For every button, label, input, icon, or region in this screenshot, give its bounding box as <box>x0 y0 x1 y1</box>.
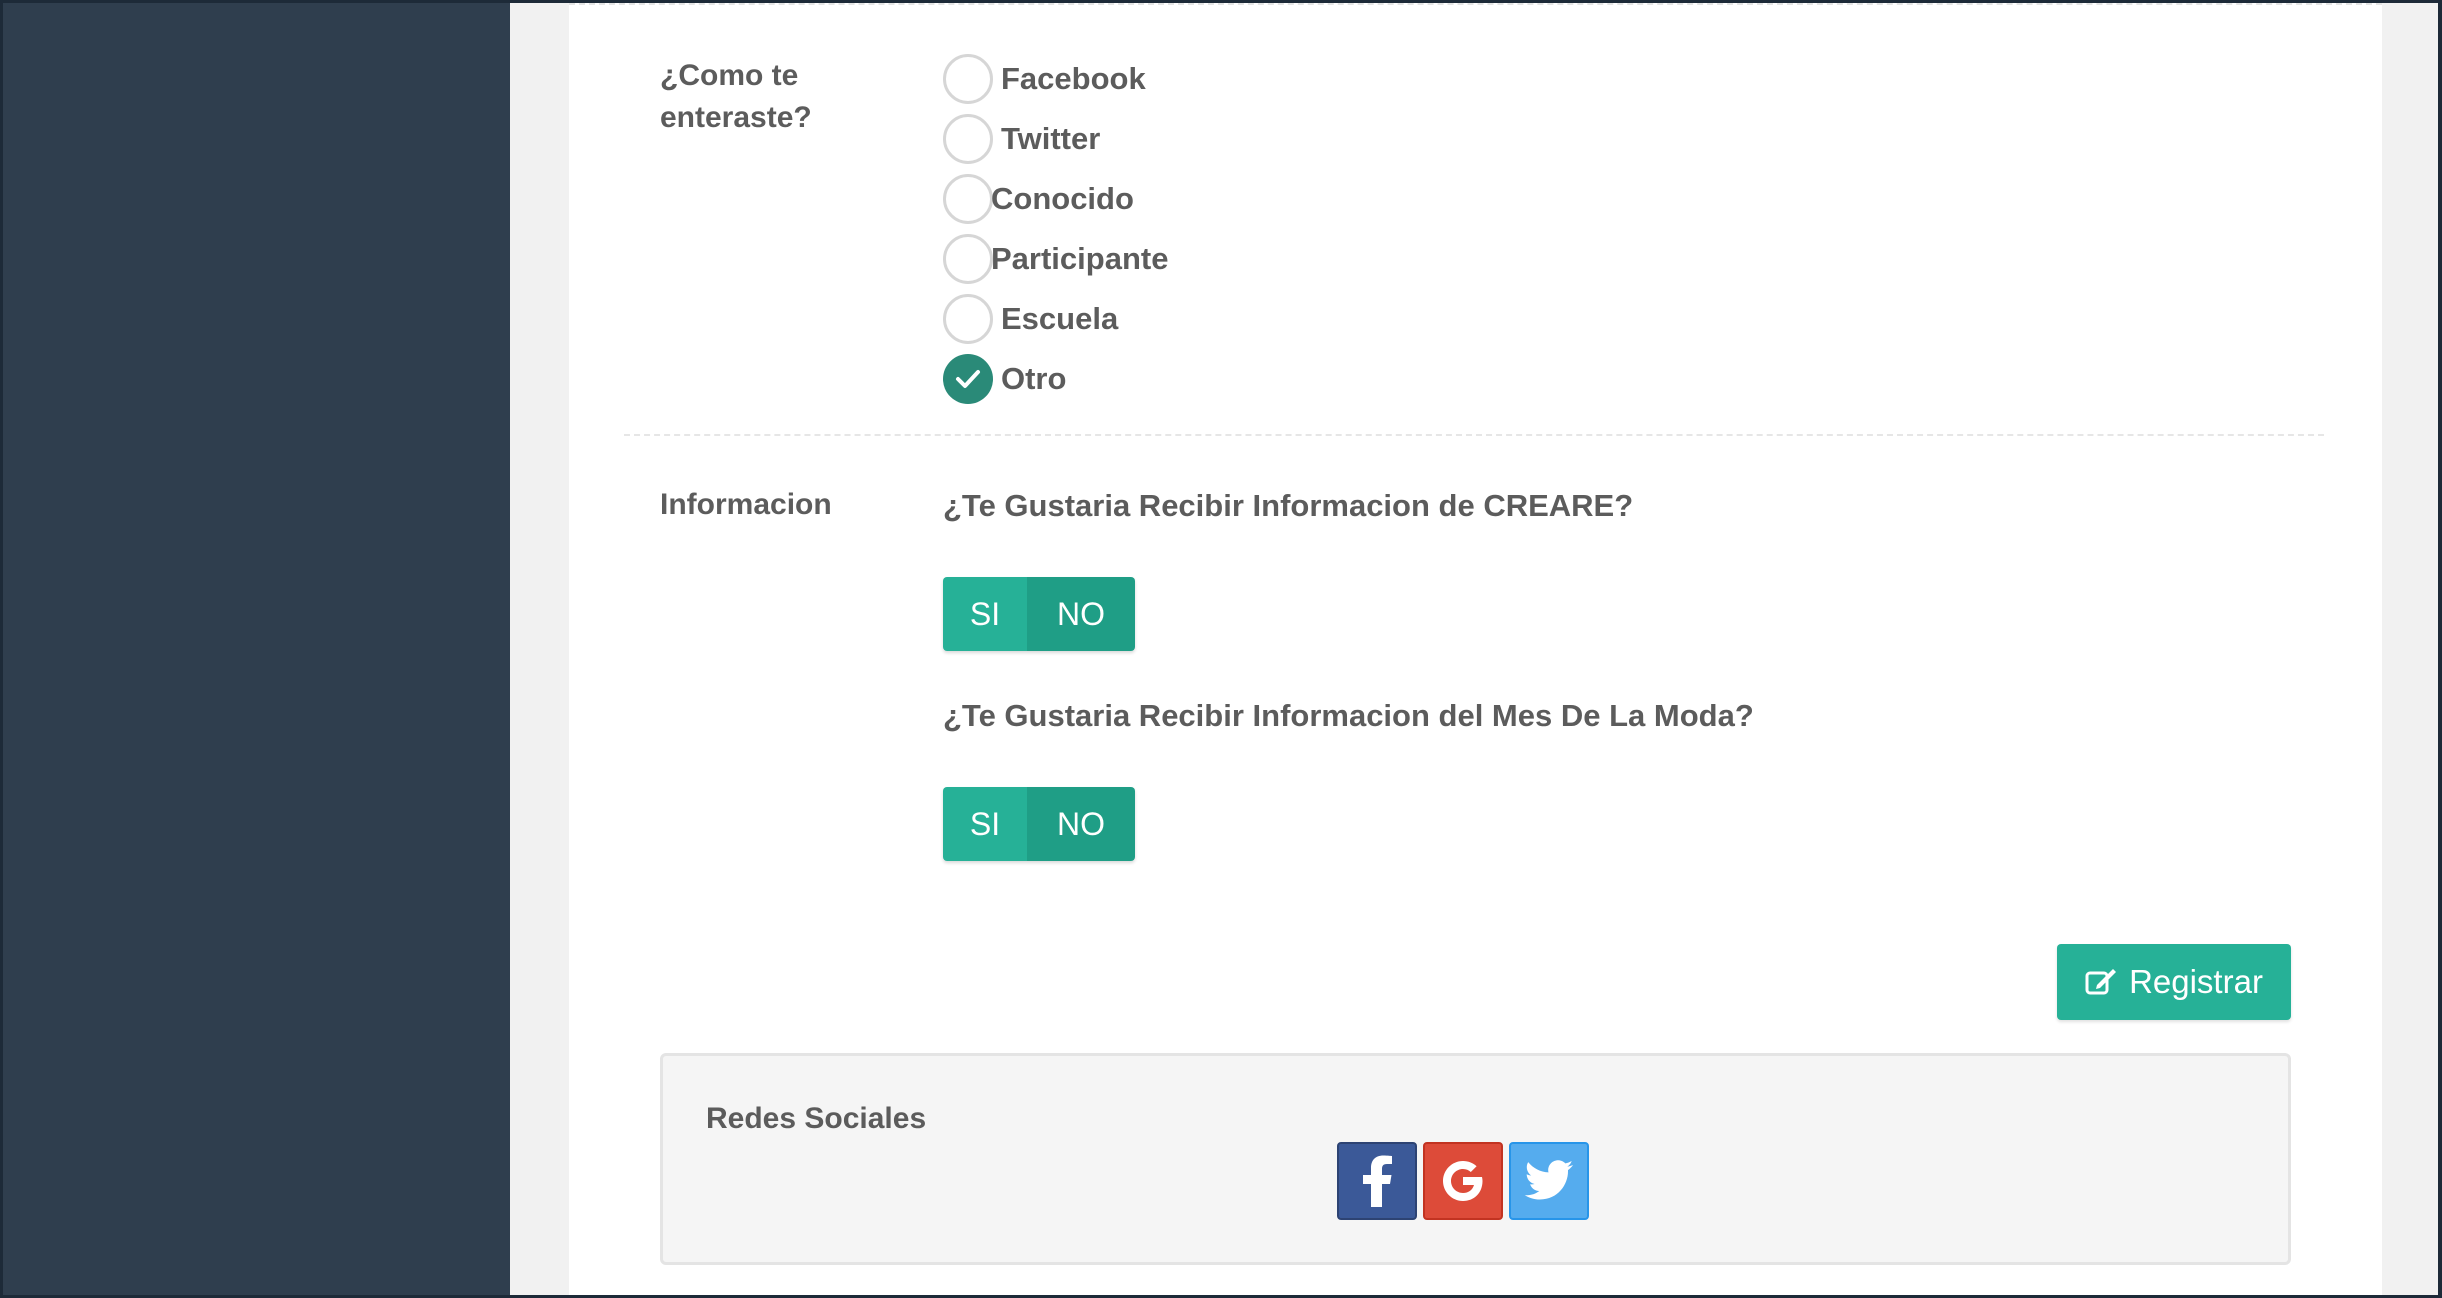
mes-moda-toggle[interactable]: SI NO <box>943 787 1135 861</box>
facebook-icon <box>1363 1155 1392 1207</box>
sidebar <box>3 3 510 1295</box>
toggle-no-option[interactable]: NO <box>1027 787 1135 861</box>
radio-option-escuela[interactable]: Escuela <box>943 294 1118 344</box>
registration-form: ¿Como te enteraste? Facebook Twitter Con… <box>569 3 2382 1295</box>
radio-label: Otro <box>1001 361 1067 396</box>
radio-button[interactable] <box>943 114 993 164</box>
toggle-si-option[interactable]: SI <box>943 577 1027 651</box>
google-login-button[interactable] <box>1423 1142 1503 1220</box>
radio-button[interactable] <box>943 234 993 284</box>
register-button[interactable]: Registrar <box>2057 944 2291 1020</box>
radio-label: Twitter <box>1001 121 1101 156</box>
question-mes-moda: ¿Te Gustaria Recibir Informacion del Mes… <box>943 698 1754 733</box>
radio-option-conocido[interactable]: Conocido <box>943 174 1134 224</box>
radio-button-checked[interactable] <box>943 354 993 404</box>
radio-label: Facebook <box>1001 61 1146 96</box>
informacion-label: Informacion <box>660 488 832 521</box>
google-icon <box>1443 1161 1483 1201</box>
radio-label: Escuela <box>1001 301 1119 336</box>
radio-option-otro[interactable]: Otro <box>943 354 1066 404</box>
radio-button[interactable] <box>943 174 993 224</box>
facebook-login-button[interactable] <box>1337 1142 1417 1220</box>
creare-toggle[interactable]: SI NO <box>943 577 1135 651</box>
twitter-login-button[interactable] <box>1509 1142 1589 1220</box>
radio-button[interactable] <box>943 54 993 104</box>
edit-icon <box>2085 969 2117 995</box>
toggle-si-option[interactable]: SI <box>943 787 1027 861</box>
social-title: Redes Sociales <box>706 1102 927 1135</box>
how-did-you-hear-label: ¿Como te enteraste? <box>660 59 812 134</box>
social-networks-panel: Redes Sociales <box>660 1053 2291 1265</box>
top-divider <box>569 3 2382 5</box>
radio-label: Conocido <box>991 181 1134 216</box>
radio-option-twitter[interactable]: Twitter <box>943 114 1100 164</box>
checkmark-icon <box>956 370 980 388</box>
section-divider <box>624 434 2324 436</box>
radio-label: Participante <box>991 241 1169 276</box>
radio-option-participante[interactable]: Participante <box>943 234 1168 284</box>
twitter-icon <box>1524 1160 1573 1200</box>
radio-option-facebook[interactable]: Facebook <box>943 54 1146 104</box>
radio-button[interactable] <box>943 294 993 344</box>
toggle-no-option[interactable]: NO <box>1027 577 1135 651</box>
register-label: Registrar <box>2129 963 2263 1000</box>
question-creare: ¿Te Gustaria Recibir Informacion de CREA… <box>943 488 1634 523</box>
